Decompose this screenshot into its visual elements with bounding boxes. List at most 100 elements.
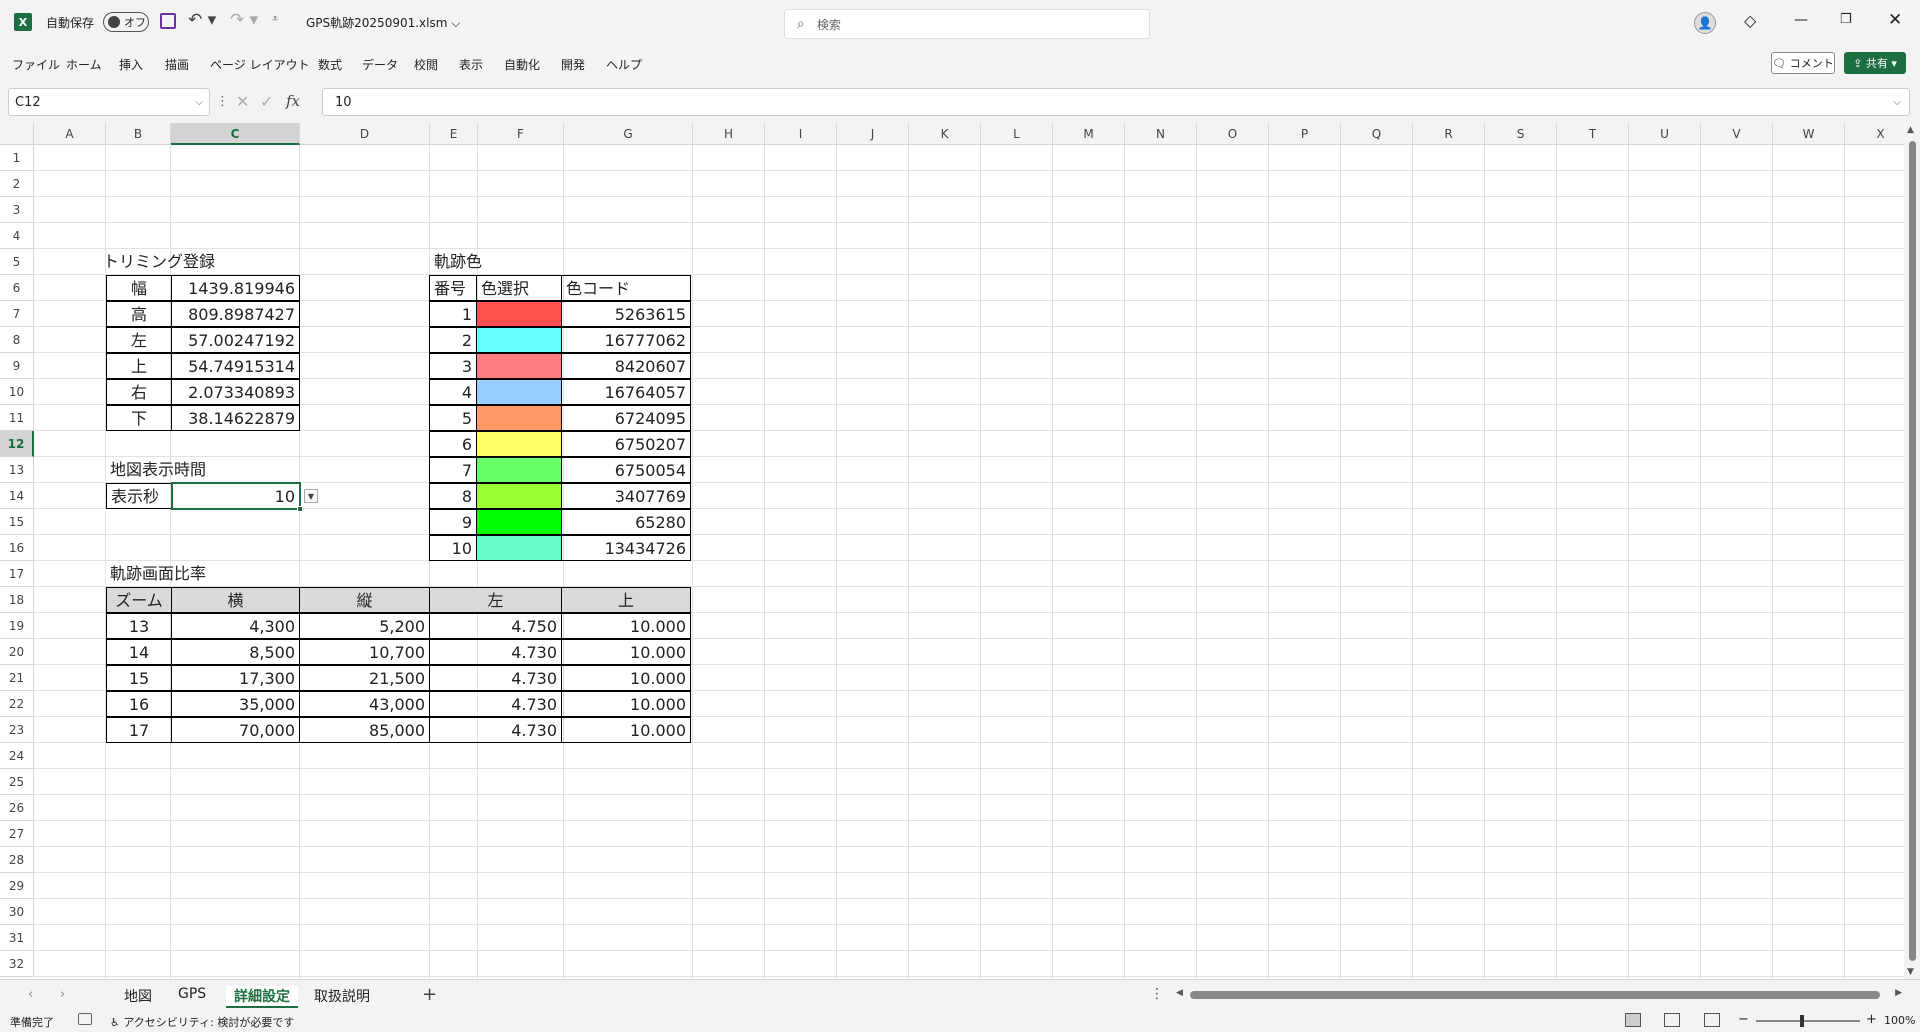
restore-icon[interactable]: ❐: [1840, 12, 1852, 27]
track-color-code[interactable]: 6724095: [561, 405, 691, 431]
zoom-slider-thumb[interactable]: [1800, 1015, 1804, 1027]
row-header[interactable]: 24: [0, 743, 34, 769]
track-color-number[interactable]: 6: [429, 431, 477, 457]
menu-draw[interactable]: 描画: [165, 56, 189, 73]
screen-ratio-cell[interactable]: 16: [106, 691, 172, 717]
menu-home[interactable]: ホーム: [66, 56, 102, 73]
screen-ratio-cell[interactable]: 4,300: [171, 613, 300, 639]
row-header[interactable]: 29: [0, 873, 34, 899]
column-header[interactable]: N: [1125, 123, 1197, 145]
row-header[interactable]: 12: [0, 431, 34, 457]
row-header[interactable]: 9: [0, 353, 34, 379]
horizontal-scrollbar[interactable]: ◀ ▶: [1176, 988, 1902, 1000]
row-header[interactable]: 4: [0, 223, 34, 249]
track-color-swatch[interactable]: [476, 353, 562, 379]
column-header[interactable]: U: [1629, 123, 1701, 145]
track-color-swatch[interactable]: [476, 327, 562, 353]
row-header[interactable]: 11: [0, 405, 34, 431]
more-options-icon[interactable]: ⋮: [1150, 986, 1164, 1002]
menu-page-layout[interactable]: ページ レイアウト: [210, 56, 310, 73]
menu-file[interactable]: ファイル: [12, 56, 60, 73]
column-header[interactable]: V: [1701, 123, 1773, 145]
cells-area[interactable]: トリミング登録 幅 1439.819946 高 809.8987427 左 57…: [34, 145, 1917, 979]
row-header[interactable]: 16: [0, 535, 34, 561]
screen-ratio-cell[interactable]: 4.730: [429, 717, 562, 743]
menu-automate[interactable]: 自動化: [504, 56, 540, 73]
trim-value[interactable]: 2.073340893: [171, 379, 300, 405]
row-header[interactable]: 23: [0, 717, 34, 743]
trim-value[interactable]: 57.00247192: [171, 327, 300, 353]
screen-ratio-cell[interactable]: 15: [106, 665, 172, 691]
row-header[interactable]: 2: [0, 171, 34, 197]
column-header[interactable]: M: [1053, 123, 1125, 145]
track-color-code[interactable]: 6750054: [561, 457, 691, 483]
track-color-number[interactable]: 2: [429, 327, 477, 353]
redo-icon[interactable]: ↷ ▾: [230, 10, 258, 30]
row-header[interactable]: 1: [0, 145, 34, 171]
row-header[interactable]: 28: [0, 847, 34, 873]
scroll-down-icon[interactable]: ▼: [1907, 967, 1914, 977]
screen-ratio-cell[interactable]: 70,000: [171, 717, 300, 743]
trim-label[interactable]: 下: [106, 405, 172, 431]
track-color-number[interactable]: 1: [429, 301, 477, 327]
screen-ratio-cell[interactable]: 10.000: [561, 665, 691, 691]
column-header[interactable]: T: [1557, 123, 1629, 145]
column-header[interactable]: A: [34, 123, 106, 145]
column-header[interactable]: G: [564, 123, 693, 145]
row-header[interactable]: 25: [0, 769, 34, 795]
sheet-tab-map[interactable]: 地図: [116, 986, 160, 1008]
trim-value[interactable]: 54.74915314: [171, 353, 300, 379]
track-color-number[interactable]: 5: [429, 405, 477, 431]
menu-developer[interactable]: 開発: [561, 56, 585, 73]
menu-help[interactable]: ヘルプ: [606, 56, 642, 73]
trim-label[interactable]: 右: [106, 379, 172, 405]
search-input[interactable]: ⌕ 検索: [784, 9, 1150, 39]
track-color-swatch[interactable]: [476, 509, 562, 535]
page-layout-view-icon[interactable]: [1664, 1013, 1680, 1027]
tab-next-icon[interactable]: ›: [60, 987, 65, 1002]
row-header[interactable]: 10: [0, 379, 34, 405]
column-header[interactable]: E: [430, 123, 478, 145]
vertical-scroll-thumb[interactable]: [1909, 141, 1916, 961]
row-header[interactable]: 31: [0, 925, 34, 951]
menu-data[interactable]: データ: [362, 56, 398, 73]
track-color-swatch[interactable]: [476, 405, 562, 431]
track-color-number[interactable]: 7: [429, 457, 477, 483]
tab-prev-icon[interactable]: ‹: [28, 987, 33, 1002]
comment-button[interactable]: 🗨 コメント: [1771, 52, 1835, 74]
column-header[interactable]: R: [1413, 123, 1485, 145]
screen-ratio-cell[interactable]: 10.000: [561, 639, 691, 665]
autosave-toggle[interactable]: オフ: [103, 12, 149, 32]
trim-label[interactable]: 上: [106, 353, 172, 379]
accessibility-status[interactable]: ♿ アクセシビリティ: 検討が必要です: [110, 1014, 294, 1030]
menu-insert[interactable]: 挿入: [119, 56, 143, 73]
track-color-number[interactable]: 9: [429, 509, 477, 535]
screen-ratio-cell[interactable]: 21,500: [299, 665, 430, 691]
trim-label[interactable]: 高: [106, 301, 172, 327]
track-color-swatch[interactable]: [476, 379, 562, 405]
minimize-icon[interactable]: —: [1794, 12, 1808, 28]
column-header[interactable]: S: [1485, 123, 1557, 145]
sheet-tab-manual[interactable]: 取扱説明: [306, 986, 378, 1008]
normal-view-icon[interactable]: [1625, 1013, 1641, 1027]
track-color-swatch[interactable]: [476, 535, 562, 561]
enter-icon[interactable]: ✓: [260, 92, 273, 111]
track-color-swatch[interactable]: [476, 483, 562, 509]
trim-label[interactable]: 左: [106, 327, 172, 353]
zoom-in-icon[interactable]: +: [1866, 1012, 1877, 1027]
track-color-code[interactable]: 8420607: [561, 353, 691, 379]
screen-ratio-cell[interactable]: 8,500: [171, 639, 300, 665]
track-color-code[interactable]: 13434726: [561, 535, 691, 561]
share-button[interactable]: ⇪ 共有 ▾: [1844, 52, 1906, 74]
column-header[interactable]: D: [300, 123, 430, 145]
validation-dropdown-icon[interactable]: ▼: [304, 489, 318, 503]
track-color-number[interactable]: 8: [429, 483, 477, 509]
column-header[interactable]: W: [1773, 123, 1845, 145]
quick-access-more-icon[interactable]: ⩡: [272, 12, 278, 26]
premium-diamond-icon[interactable]: ◇: [1744, 11, 1756, 30]
screen-ratio-cell[interactable]: 10.000: [561, 691, 691, 717]
column-header[interactable]: C: [171, 123, 300, 145]
insert-function-icon[interactable]: fx: [286, 92, 300, 110]
screen-ratio-cell[interactable]: 17: [106, 717, 172, 743]
scroll-up-icon[interactable]: ▲: [1907, 125, 1914, 135]
